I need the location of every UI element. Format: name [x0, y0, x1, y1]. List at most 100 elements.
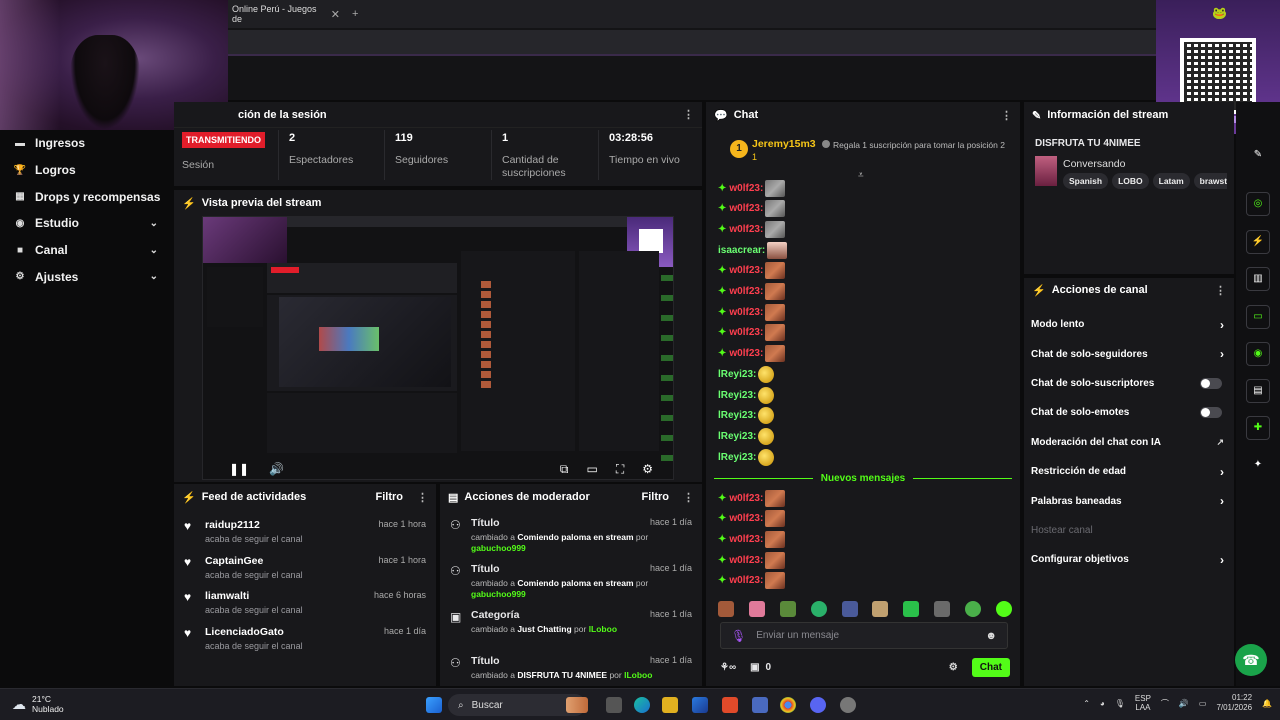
more-options-icon[interactable]: ⋮	[1215, 284, 1226, 297]
document-icon[interactable]: ▥	[1246, 267, 1270, 291]
chat-message[interactable]: lReyi23:	[718, 385, 775, 405]
emote-button[interactable]	[810, 601, 827, 617]
modact-user[interactable]: lLoboo	[589, 624, 617, 634]
chat-send-button[interactable]: Chat	[971, 657, 1010, 677]
lightning-icon[interactable]: ⚡	[1246, 230, 1270, 254]
discord-icon[interactable]	[810, 697, 826, 713]
chat-message[interactable]: ✦ w0lf23:	[718, 550, 786, 570]
mic-tray-icon[interactable]: 🎙	[1115, 699, 1125, 708]
chat-username[interactable]: w0lf23:	[729, 555, 763, 566]
filter-button[interactable]: Filtro	[376, 491, 404, 503]
chat-message[interactable]: ✦ w0lf23:	[718, 282, 786, 302]
channel-points-icon[interactable]: ⚘∞	[720, 662, 736, 673]
emote-button[interactable]	[872, 601, 889, 617]
puzzle-icon[interactable]: ✦	[1246, 454, 1270, 478]
scroll-down-icon[interactable]: ⩡	[858, 170, 864, 181]
emote-button[interactable]	[841, 601, 858, 617]
pip-icon[interactable]: ⧉	[560, 462, 569, 477]
obs-icon[interactable]	[840, 697, 856, 713]
sidebar-item-ajustes[interactable]: ⚙ Ajustes ⌄	[0, 263, 170, 290]
chat-username[interactable]: w0lf23:	[729, 513, 763, 524]
chat-message[interactable]: ✦ w0lf23:	[718, 178, 786, 198]
emote-button[interactable]	[748, 601, 765, 617]
more-options-icon[interactable]: ⋮	[683, 108, 694, 121]
channel-action-item[interactable]: Chat de solo-emotes	[1024, 398, 1234, 427]
chat-message[interactable]: lReyi23:	[718, 406, 775, 426]
chat-message[interactable]: ✦ w0lf23:	[718, 323, 786, 343]
gear-icon[interactable]: ⚙	[642, 462, 653, 476]
toggle-switch[interactable]	[1200, 407, 1222, 419]
chat-username[interactable]: w0lf23:	[729, 203, 763, 214]
wifi-icon[interactable]: ⌒	[1161, 698, 1169, 709]
chat-username[interactable]: lReyi23:	[718, 390, 756, 401]
address-bar[interactable]	[228, 30, 1158, 54]
theater-icon[interactable]: ▭	[586, 462, 597, 476]
task-view-icon[interactable]	[606, 697, 622, 713]
chat-username[interactable]: w0lf23:	[729, 327, 763, 338]
chat-username[interactable]: lReyi23:	[718, 369, 756, 380]
chat-message[interactable]: ✦ w0lf23:	[718, 488, 786, 508]
windows-start-icon[interactable]	[426, 697, 442, 713]
channel-action-item[interactable]: Palabras baneadas ›	[1024, 486, 1234, 515]
chat-username[interactable]: w0lf23:	[729, 348, 763, 359]
chevron-down-icon[interactable]: ⌄	[150, 245, 158, 256]
modact-user[interactable]: gabuchoo999	[471, 543, 526, 553]
chat-message[interactable]: ✦ w0lf23:	[718, 219, 786, 239]
emote-button[interactable]	[934, 601, 951, 617]
clock[interactable]: 01:22 7/01/2026	[1216, 693, 1252, 713]
emote-button[interactable]	[779, 601, 796, 617]
toggle-switch[interactable]	[1200, 377, 1222, 389]
chat-username[interactable]: lReyi23:	[718, 410, 756, 421]
emote-button[interactable]	[718, 601, 734, 617]
chat-username[interactable]: w0lf23:	[729, 493, 763, 504]
broadcast-icon[interactable]: ◉	[1246, 342, 1270, 366]
chat-message[interactable]: ✦ w0lf23:	[718, 199, 786, 219]
message-icon[interactable]: ▭	[1246, 305, 1270, 329]
new-messages-divider[interactable]: Nuevos mensajes	[714, 472, 1012, 484]
brave-icon[interactable]	[722, 697, 738, 713]
chat-username[interactable]: w0lf23:	[729, 307, 763, 318]
channel-action-item[interactable]: Chat de solo-suscriptores	[1024, 369, 1234, 398]
emote-button[interactable]	[965, 601, 981, 617]
store-icon[interactable]	[692, 697, 708, 713]
chat-message[interactable]: ✦ w0lf23:	[718, 302, 786, 322]
sidebar-item-estudio[interactable]: ◉ Estudio ⌄	[0, 210, 170, 237]
edit-icon[interactable]: ✎	[1246, 144, 1270, 168]
chat-message[interactable]: lReyi23:	[718, 364, 775, 384]
file-explorer-icon[interactable]	[662, 697, 678, 713]
channel-action-item[interactable]: Restricción de edad ›	[1024, 457, 1234, 486]
close-icon[interactable]: ✕	[331, 8, 340, 21]
chrome-icon[interactable]	[780, 697, 796, 713]
modact-user[interactable]: lLoboo	[624, 670, 652, 680]
volume-icon[interactable]: 🔊	[269, 462, 284, 476]
search-highlight-icon[interactable]	[566, 697, 588, 713]
chat-username[interactable]: w0lf23:	[729, 224, 763, 235]
list-item[interactable]: ♥ liamwalti acaba de seguir el canal hace 6…	[174, 581, 436, 617]
chat-message[interactable]: ✦ w0lf23:	[718, 344, 786, 364]
chat-username[interactable]: lReyi23:	[718, 431, 756, 442]
emote-button[interactable]	[903, 601, 920, 617]
stream-tag[interactable]: Spanish	[1063, 173, 1109, 189]
emote-button[interactable]	[995, 601, 1012, 617]
fullscreen-icon[interactable]: ⛶	[616, 462, 624, 477]
sidebar-item-drops[interactable]: ▦ Drops y recompensas	[0, 183, 170, 210]
sidebar-item-ingresos[interactable]: ▬ Ingresos	[0, 130, 170, 157]
edge-icon[interactable]	[634, 697, 650, 713]
channel-action-item[interactable]: Modo lento ›	[1024, 310, 1234, 339]
pause-icon[interactable]: ❚❚	[229, 462, 249, 476]
more-options-icon[interactable]: ⋮	[683, 491, 694, 504]
filter-button[interactable]: Filtro	[642, 491, 670, 503]
help-chat-icon[interactable]: ☎	[1235, 644, 1267, 676]
channel-action-item[interactable]: Chat de solo-seguidores ›	[1024, 339, 1234, 368]
chevron-down-icon[interactable]: ⌄	[150, 218, 158, 229]
stream-tag[interactable]: Latam	[1152, 173, 1190, 189]
list-item[interactable]: ♥ LicenciadoGato acaba de seguir el canal h…	[174, 617, 436, 653]
list-item[interactable]: ▣ Categoría cambiado a Just Chatting por l…	[440, 602, 702, 648]
more-options-icon[interactable]: ⋮	[417, 491, 428, 504]
chat-message[interactable]: ✦ w0lf23:	[718, 571, 786, 591]
browser-tab[interactable]: Online Perú - Juegos de ✕	[228, 0, 340, 28]
microphone-icon[interactable]: 🎙	[731, 629, 746, 643]
emoji-icon[interactable]: ☻	[985, 630, 997, 642]
list-item[interactable]: ⚇ Título cambiado a Comiendo paloma en str…	[440, 510, 702, 556]
sidebar-item-canal[interactable]: ■ Canal ⌄	[0, 237, 170, 264]
